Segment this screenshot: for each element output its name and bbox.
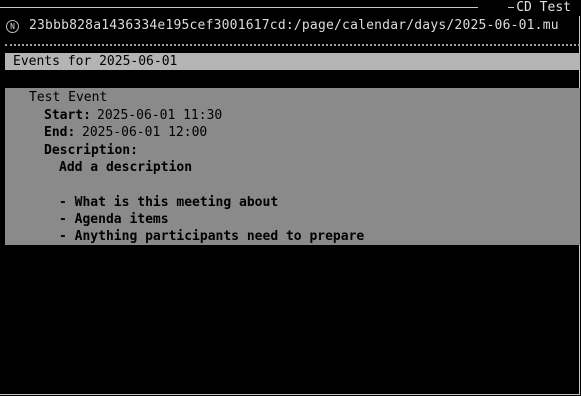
address-text[interactable]: 23bbb828a1436334e195cef3001617cd:/page/c… bbox=[29, 16, 559, 36]
event-panel: Test Event Start: 2025-06-01 11:30 End: … bbox=[5, 88, 580, 245]
window-title: CD Test bbox=[508, 0, 581, 16]
header-divider bbox=[5, 44, 580, 46]
start-value: 2025-06-01 11:30 bbox=[97, 108, 223, 123]
page-heading: Events for 2025-06-01 bbox=[5, 53, 580, 70]
address-bar[interactable]: N 23bbb828a1436334e195cef3001617cd:/page… bbox=[6, 16, 559, 36]
description-line: - What is this meeting about bbox=[59, 195, 279, 210]
description-label: Description: bbox=[44, 143, 138, 158]
start-label: Start: bbox=[44, 108, 91, 123]
node-icon: N bbox=[6, 19, 19, 33]
title-border-line bbox=[0, 7, 478, 8]
description-line: - Anything participants need to prepare bbox=[59, 229, 365, 244]
description-line: - Agenda items bbox=[59, 212, 169, 227]
end-label: End: bbox=[44, 125, 76, 140]
end-value: 2025-06-01 12:00 bbox=[82, 125, 208, 140]
event-title[interactable]: Test Event bbox=[29, 89, 107, 106]
description-line: Add a description bbox=[59, 160, 193, 175]
